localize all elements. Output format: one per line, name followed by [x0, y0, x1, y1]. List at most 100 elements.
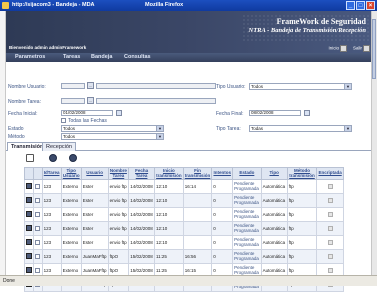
col-icon-header [23, 167, 35, 180]
row-checkbox[interactable] [35, 253, 41, 259]
calendar-icon[interactable] [116, 110, 122, 116]
col-nombre-tarea-header[interactable]: Nombre Tarea [107, 167, 130, 180]
refresh-icon[interactable] [69, 154, 77, 162]
row-checkbox[interactable] [35, 183, 41, 189]
calendar-icon[interactable] [304, 110, 310, 116]
cell-fecha-tarea: 14/02/2008 [128, 221, 155, 236]
cell-usuario: Ester [80, 207, 109, 222]
cell-fin-transmision [182, 193, 213, 208]
chevron-down-icon: ▼ [156, 134, 163, 139]
table-row[interactable]: 123 Externo Ester envio ftp 14/02/2008 12:10 0… [23, 193, 344, 208]
cell-tipo: Automática [260, 235, 288, 250]
tipo-usuario-select[interactable]: Todos ▼ [249, 83, 352, 90]
scrollbar-thumb[interactable] [372, 19, 376, 79]
col-inicio-header[interactable]: Inicio transmisión [153, 167, 184, 180]
cell-tipo-usuario: Externo [60, 193, 82, 208]
table-row[interactable]: 123 Externo Ester envio ftp 14/02/2008 12:10 0… [23, 235, 344, 250]
exit-icon [363, 45, 370, 52]
cell-fin-transmision: 16:56 [182, 249, 213, 264]
table-row[interactable]: 123 Externo Ester envio ftp 14/02/2008 12:10 0… [23, 221, 344, 236]
fecha-final-field[interactable]: 08/02/2008 [249, 110, 301, 116]
fecha-inicial-label: Fecha Inicial: [8, 111, 38, 117]
maximize-icon[interactable]: □ [356, 1, 365, 10]
search-tarea-button[interactable]: … [87, 97, 94, 104]
edit-row-icon[interactable] [26, 197, 32, 203]
estado-select[interactable]: Todos ▼ [61, 125, 164, 132]
nombre-tarea-field[interactable] [96, 98, 216, 104]
row-action-cell [23, 235, 35, 250]
col-fecha-tarea-header[interactable]: Fecha Tarea [128, 167, 155, 180]
nombre-usuario-id-field[interactable] [61, 83, 85, 89]
cell-metodo-transmision: ftp [286, 193, 318, 208]
row-checkbox[interactable] [35, 267, 41, 273]
col-idtarea-header[interactable]: IdTarea [41, 167, 62, 180]
cell-fin-transmision: 16:14 [182, 179, 213, 194]
col-metodo-header[interactable]: Método transmisión [286, 167, 318, 180]
menu-parametros[interactable]: Parametros [15, 54, 45, 60]
edit-row-icon[interactable] [26, 225, 32, 231]
metodo-select[interactable]: Todos ▼ [61, 133, 164, 140]
row-checkbox[interactable] [35, 211, 41, 217]
cell-metodo-transmision: ftp [286, 249, 318, 264]
cell-metodo-transmision: ftp [286, 235, 318, 250]
tipo-tarea-select[interactable]: Todas ▼ [249, 125, 352, 132]
inicio-link[interactable]: Inicio [328, 45, 347, 52]
edit-row-icon[interactable] [26, 211, 32, 217]
cell-fin-transmision [182, 207, 213, 222]
col-estado-header[interactable]: Estado [232, 167, 262, 180]
table-row[interactable]: 123 Externo Ester envio ftp 14/02/2008 12:10 1… [23, 179, 344, 194]
table-row[interactable]: 123ExternoJuanMaFftpftpO15/02/200811:251… [23, 249, 344, 264]
edit-row-icon[interactable] [26, 253, 32, 259]
col-tipo-header[interactable]: Tipo [260, 167, 288, 180]
transmit-icon[interactable] [49, 154, 57, 162]
edit-icon[interactable] [26, 154, 34, 162]
todas-fechas-checkbox[interactable] [61, 118, 66, 123]
cell-tipo-usuario: Externo [60, 235, 82, 250]
cell-tipo-usuario: Externo [60, 221, 82, 236]
nombre-tarea-id-field[interactable] [61, 98, 85, 104]
filter-form: Nombre Usuario: … Nombre Tarea: … Fecha … [6, 62, 377, 142]
cell-fin-transmision [182, 221, 213, 236]
cell-tipo: Automática [260, 207, 288, 222]
cell-fecha-tarea: 14/02/2008 [128, 179, 155, 194]
row-checkbox[interactable] [35, 197, 41, 203]
cell-intentos: 0 [211, 193, 234, 208]
search-usuario-button[interactable]: … [87, 82, 94, 89]
row-checkbox[interactable] [35, 225, 41, 231]
col-intentos-header[interactable]: Intentos [211, 167, 234, 180]
row-action-cell [23, 207, 35, 222]
todas-fechas-label: Todas las Fechas [68, 118, 107, 124]
cell-id-tarea: 123 [41, 235, 62, 250]
col-usuario-header[interactable]: Usuario [80, 167, 109, 180]
col-fin-header[interactable]: Fin transmisión [182, 167, 213, 180]
tab-recepcion[interactable]: Recepción [42, 142, 76, 151]
table-row[interactable]: 123 Externo Ester envio ftp 14/02/2008 12:10 0… [23, 207, 344, 222]
edit-row-icon[interactable] [26, 183, 32, 189]
edit-row-icon[interactable] [26, 267, 32, 273]
close-icon[interactable]: × [366, 1, 375, 10]
cell-intentos: 0 [211, 179, 234, 194]
encriptada-checkbox [327, 211, 333, 217]
col-tipo-usuario-header[interactable]: Tipo Usuario [60, 167, 82, 180]
row-action-cell [23, 221, 35, 236]
menu-tareas[interactable]: Tareas [63, 54, 80, 60]
table-header-row: IdTarea Tipo Usuario Usuario Nombre Tare… [23, 167, 344, 180]
cell-inicio-transmision: 12:10 [153, 179, 184, 194]
nombre-usuario-field[interactable] [96, 83, 216, 89]
tipo-tarea-label: Tipo Tarea: [216, 126, 241, 132]
col-encriptada-header[interactable]: Encriptada [316, 167, 344, 180]
menu-bandeja[interactable]: Bandeja [91, 54, 112, 60]
status-bar: Done [0, 275, 377, 286]
minimize-icon[interactable]: _ [346, 1, 355, 10]
edit-row-icon[interactable] [26, 239, 32, 245]
salir-link[interactable]: Salir [353, 45, 370, 52]
cell-fecha-tarea: 14/02/2008 [128, 207, 155, 222]
cell-usuario: Ester [80, 221, 109, 236]
cell-estado: Pendiente Programada [232, 207, 262, 222]
menu-consultas[interactable]: Consultas [124, 54, 151, 60]
row-action-cell [23, 249, 35, 264]
cell-inicio-transmision: 12:10 [153, 235, 184, 250]
fecha-inicial-field[interactable]: 01/02/2008 [61, 110, 113, 116]
vertical-scrollbar[interactable] [371, 11, 377, 275]
row-checkbox[interactable] [35, 239, 41, 245]
